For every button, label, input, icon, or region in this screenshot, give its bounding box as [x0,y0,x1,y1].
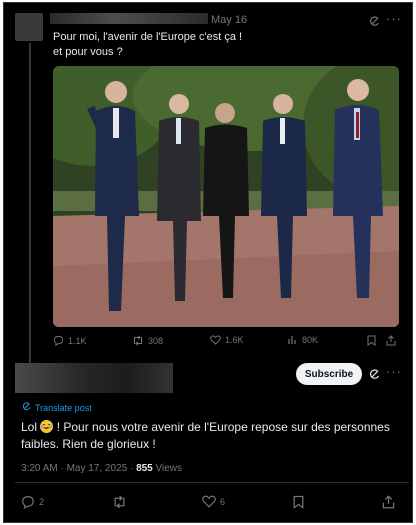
grok-icon[interactable] [369,367,380,385]
heart-icon [202,495,216,508]
repost-action[interactable] [112,495,127,509]
translate-icon [22,402,31,413]
like-count: 6 [220,496,226,507]
parent-avatar-redacted[interactable] [15,13,43,41]
share-icon [382,495,395,509]
views-count: 80K [302,335,319,345]
reply-views-count: 855 [136,463,153,474]
repost-count: 308 [148,335,164,346]
laughing-tears-emoji-icon [40,420,54,433]
like-count: 1.6K [225,335,244,345]
reply-author-redacted[interactable] [15,363,173,393]
parent-date[interactable]: May 16 [211,14,247,26]
parent-author-redacted[interactable] [50,13,208,24]
views-bar-chart-icon [288,335,298,345]
reply-action[interactable]: 2 [21,495,44,509]
like-action[interactable]: 6 [202,495,225,508]
heart-icon [210,335,221,345]
reply-icon [53,335,64,346]
bookmark-icon [367,335,376,346]
bookmark-icon [293,495,304,509]
more-options-icon[interactable]: ··· [386,11,402,26]
repost-icon [132,335,144,346]
translate-label: Translate post [35,402,92,413]
bookmark-action[interactable] [293,495,304,509]
share-action[interactable] [382,495,395,509]
divider [15,482,409,483]
reply-action[interactable]: 1.1K [53,335,87,346]
translate-post-link[interactable]: Translate post [22,402,92,413]
parent-text-line-1: Pour moi, l'avenir de l'Europe c'est ça … [53,31,243,43]
parent-action-bar: 1.1K 308 1.6K 80K [53,335,399,349]
reply-views-label: Views [155,463,183,474]
parent-tweet-text: Pour moi, l'avenir de l'Europe c'est ça … [53,30,383,60]
reply-timestamp[interactable]: 3:20 AM · May 17, 2025 · [21,463,133,474]
reply-text-start: Lol [21,420,38,434]
repost-icon [112,495,127,509]
repost-action[interactable]: 308 [132,335,163,346]
reply-count: 1.1K [68,335,87,346]
reply-tweet-text: Lol ! Pour nous votre avenir de l'Europe… [21,419,406,453]
share-action[interactable] [386,335,396,346]
tweet-thread-frame: May 16 ··· Pour moi, l'avenir de l'Europ… [3,2,413,523]
reply-text-rest: ! Pour nous votre avenir de l'Europe rep… [21,420,390,451]
reply-action-bar: 2 6 [21,495,401,511]
reply-meta: 3:20 AM · May 17, 2025 · 855 Views [21,463,182,474]
more-options-icon[interactable]: ··· [386,364,402,379]
bookmark-action[interactable] [367,335,376,346]
thread-connector-line [29,43,31,365]
reply-count: 2 [39,497,45,507]
views-action[interactable]: 80K [288,335,318,345]
subscribe-button[interactable]: Subscribe [296,363,362,385]
parent-text-line-2: et pour vous ? [53,46,123,58]
like-action[interactable]: 1.6K [210,335,244,345]
tweet-photo[interactable] [53,66,399,327]
share-icon [386,335,396,346]
reply-icon [21,495,35,509]
